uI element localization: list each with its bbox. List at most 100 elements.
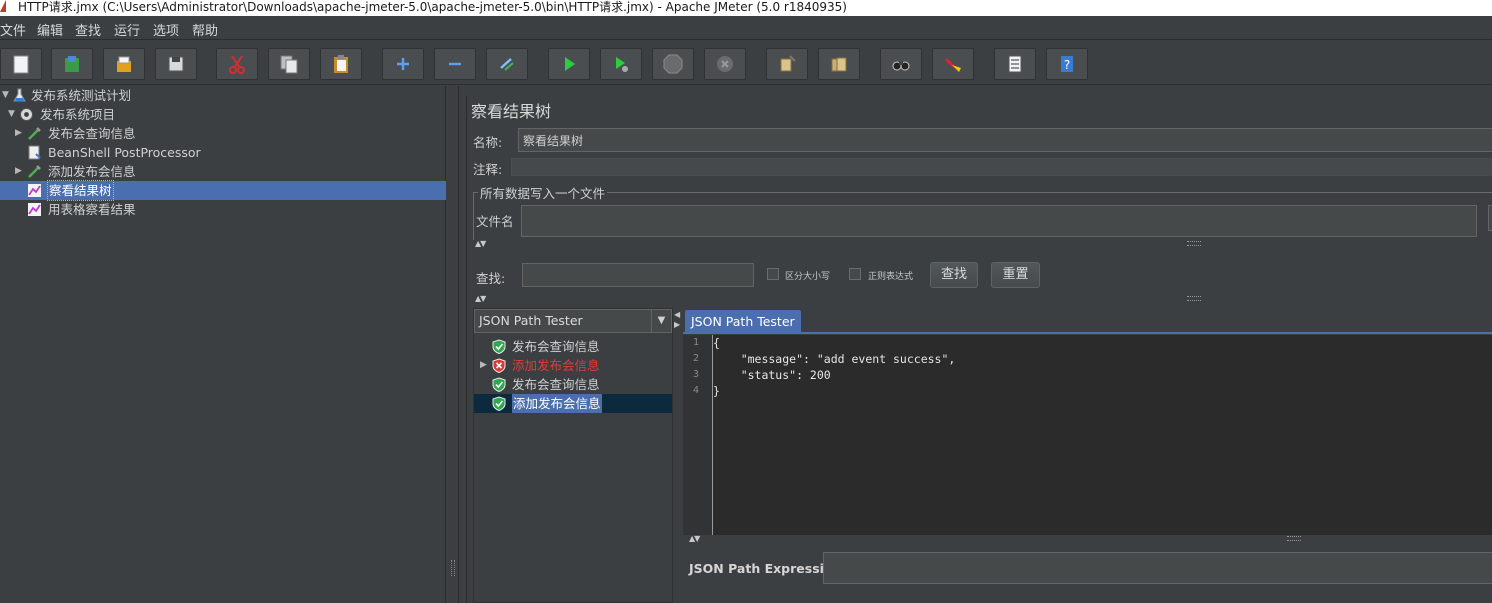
shutdown-button[interactable] [704, 48, 746, 80]
expand-arrow-icon[interactable]: ▶ [15, 162, 25, 181]
regex-checkbox[interactable] [849, 268, 861, 280]
collapse-arrow-icon[interactable]: ▼ [8, 105, 18, 124]
copy-button[interactable] [268, 48, 310, 80]
window-title: HTTP请求.jmx (C:\Users\Administrator\Downl… [18, 0, 847, 14]
code-line: "status": 200 [713, 368, 831, 382]
line-number: 4 [692, 385, 699, 396]
search-button[interactable] [880, 48, 922, 80]
json-path-expression-input[interactable] [823, 552, 1492, 584]
success-shield-icon [492, 377, 506, 392]
results-list-pane: JSON Path Tester ▼ 发布会查询信息 ▶ 添加发布会信息 发布会… [473, 308, 673, 603]
tree-item-view-results-tree[interactable]: 察看结果树 [0, 180, 446, 201]
json-path-expression-row: JSON Path Expression [683, 548, 1492, 603]
main-splitter[interactable] [447, 86, 459, 603]
menu-edit[interactable]: 编辑 [37, 20, 63, 39]
divider-arrows-icon[interactable]: ▲▼ [689, 534, 700, 543]
toggle-button[interactable] [486, 48, 528, 80]
result-item-error[interactable]: ▶ 添加发布会信息 [474, 356, 672, 375]
case-sensitive-checkbox[interactable] [767, 268, 779, 280]
paste-icon [334, 55, 348, 73]
tree-item-test-plan[interactable]: ▼ 发布系统测试计划 [0, 86, 446, 105]
tree-item-thread-group[interactable]: ▼ 发布系统项目 [0, 105, 446, 124]
filename-field[interactable] [521, 205, 1477, 237]
menu-help[interactable]: 帮助 [192, 20, 218, 39]
stop-button[interactable] [652, 48, 694, 80]
comment-field[interactable] [511, 158, 1492, 176]
divider-arrows-icon[interactable]: ▲▼ [475, 294, 486, 303]
beanshell-script-icon [28, 145, 41, 160]
reset-button[interactable]: 重置 [991, 262, 1040, 288]
file-output-group: 所有数据写入一个文件 文件名 [473, 183, 1492, 240]
error-shield-icon [492, 358, 506, 373]
search-input[interactable] [522, 263, 754, 287]
line-number: 2 [692, 353, 699, 364]
expand-icon [397, 58, 409, 70]
renderer-select[interactable]: JSON Path Tester ▼ [474, 309, 672, 333]
collapse-all-button[interactable] [434, 48, 476, 80]
paste-button[interactable] [320, 48, 362, 80]
tree-item-label: 察看结果树 [47, 180, 114, 201]
split-divider[interactable]: ▲▼ [681, 534, 1491, 544]
start-no-pause-button[interactable] [600, 48, 642, 80]
divider-grip[interactable] [1287, 536, 1301, 541]
name-field[interactable]: 察看结果树 [518, 128, 1492, 152]
result-item[interactable]: 发布会查询信息 [474, 337, 672, 356]
templates-button[interactable] [51, 48, 93, 80]
tree-item-label: 发布系统测试计划 [31, 88, 132, 103]
reset-search-button[interactable] [932, 48, 974, 80]
menu-options[interactable]: 选项 [153, 20, 179, 39]
tree-item-add-sampler[interactable]: ▶ 添加发布会信息 [0, 162, 446, 181]
menu-file[interactable]: 文件 [0, 20, 26, 39]
menu-run[interactable]: 运行 [114, 20, 140, 39]
success-shield-icon [492, 396, 506, 411]
expand-right-icon[interactable]: ▶ [674, 320, 680, 329]
filename-label: 文件名 [476, 214, 514, 229]
search-label: 查找: [476, 271, 506, 286]
split-divider[interactable]: ▲▼ [467, 294, 1492, 304]
new-button[interactable] [0, 48, 42, 80]
search-icon [892, 61, 910, 71]
expand-all-button[interactable] [382, 48, 424, 80]
expand-arrow-icon[interactable]: ▶ [480, 356, 487, 375]
cut-button[interactable] [216, 48, 258, 80]
divider-grip[interactable] [1187, 296, 1201, 301]
start-icon [565, 57, 575, 71]
browse-button[interactable] [1488, 205, 1492, 231]
find-button[interactable]: 查找 [930, 262, 978, 288]
test-plan-tree: ▼ 发布系统测试计划 ▼ 发布系统项目 ▶ 发布会查询信息 BeanShell … [0, 86, 446, 603]
clear-all-button[interactable] [818, 48, 860, 80]
results-splitter[interactable]: ◀ ▶ [673, 308, 683, 603]
result-item[interactable]: 发布会查询信息 [474, 375, 672, 394]
divider-grip[interactable] [1187, 241, 1201, 246]
tab-json-path-tester[interactable]: JSON Path Tester [685, 310, 801, 334]
result-item-selected[interactable]: 添加发布会信息 [474, 394, 672, 413]
line-number: 3 [692, 369, 699, 380]
comment-label: 注释: [473, 162, 503, 177]
regex-label: 正则表达式 [868, 272, 914, 282]
line-number-gutter: 1 2 3 4 [683, 335, 713, 535]
view-results-tree-panel: 察看结果树 名称: 察看结果树 注释: 所有数据写入一个文件 文件名 ▲▼ 查找… [466, 96, 1492, 603]
split-divider[interactable]: ▲▼ [467, 239, 1492, 249]
jmeter-logo-icon [0, 0, 6, 12]
collapse-arrow-icon[interactable]: ▼ [2, 86, 12, 105]
tree-item-label: 用表格察看结果 [48, 202, 136, 217]
listener-graph-icon [28, 203, 41, 216]
collapse-left-icon[interactable]: ◀ [674, 310, 680, 319]
save-icon [168, 56, 184, 72]
response-editor[interactable]: 1 2 3 4 { "message": "add event success"… [683, 335, 1492, 535]
save-button[interactable] [155, 48, 197, 80]
tree-item-beanshell[interactable]: BeanShell PostProcessor [0, 143, 446, 162]
start-button[interactable] [548, 48, 590, 80]
clear-button[interactable] [766, 48, 808, 80]
tree-item-query-sampler[interactable]: ▶ 发布会查询信息 [0, 124, 446, 143]
menu-search[interactable]: 查找 [75, 20, 101, 39]
help-button[interactable]: ? [1046, 48, 1088, 80]
function-helper-button[interactable] [994, 48, 1036, 80]
splitter-grip[interactable] [451, 560, 455, 576]
chevron-down-icon[interactable]: ▼ [651, 310, 671, 332]
tree-item-table-results[interactable]: 用表格察看结果 [0, 200, 446, 219]
templates-icon [65, 56, 79, 72]
expand-arrow-icon[interactable]: ▶ [15, 124, 25, 143]
divider-arrows-icon[interactable]: ▲▼ [475, 239, 486, 248]
open-button[interactable] [103, 48, 145, 80]
